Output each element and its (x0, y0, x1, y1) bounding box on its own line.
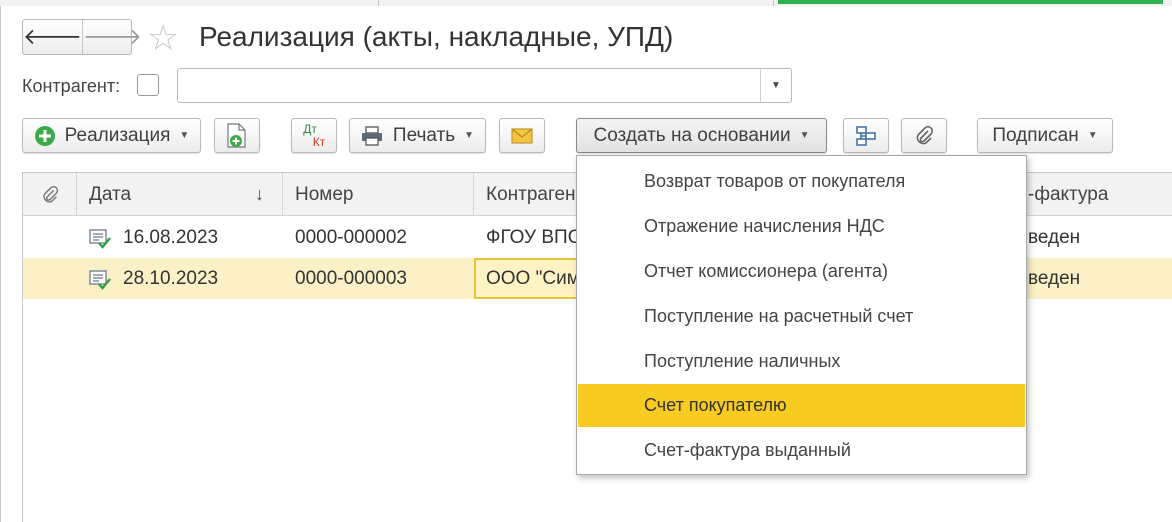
hierarchy-icon (856, 125, 876, 146)
sort-descending-icon: ↓ (255, 184, 264, 204)
number-cell: 0000-000002 (295, 226, 407, 248)
number-column-header[interactable]: Номер (283, 173, 474, 216)
menu-item-commission-report[interactable]: Отчет комиссионера (агента) (578, 250, 1025, 293)
tab-divider (773, 0, 774, 6)
counterparty-dropdown-button[interactable]: ▼ (760, 69, 791, 102)
menu-item-goods-return[interactable]: Возврат товаров от покупателя (578, 160, 1025, 203)
chevron-down-icon: ▼ (1087, 130, 1098, 141)
active-tab-indicator (778, 0, 1163, 4)
signed-status-button[interactable]: Подписан ▼ (977, 118, 1113, 153)
tab-divider (378, 0, 379, 6)
menu-item-customer-invoice[interactable]: Счет покупателю (578, 384, 1025, 427)
invoice-status-cell: веден (1028, 226, 1081, 248)
posted-document-icon (89, 228, 111, 249)
paperclip-icon (916, 125, 934, 144)
tab-strip (0, 0, 1172, 6)
menu-item-vat-accrual[interactable]: Отражение начисления НДС (578, 205, 1025, 248)
create-sale-button[interactable]: Реализация ▼ (22, 118, 201, 153)
paperclip-icon (42, 185, 58, 203)
create-based-on-menu: Возврат товаров от покупателя Отражение … (576, 155, 1027, 475)
invoice-status-cell: веден (1028, 267, 1081, 289)
chevron-down-icon: ▼ (179, 130, 190, 141)
chevron-down-icon: ▼ (771, 80, 781, 91)
date-value: 16.08.2023 (123, 226, 219, 248)
posted-document-icon (89, 269, 111, 290)
create-copy-button[interactable] (214, 118, 260, 153)
window-border (0, 6, 1, 522)
dt-icon-label: Дт (303, 121, 317, 136)
arrow-left-icon: 🡐 (23, 24, 82, 49)
attach-button[interactable] (901, 118, 947, 153)
printer-icon (361, 125, 382, 146)
number-column-label: Номер (295, 183, 354, 205)
create-sale-label: Реализация (64, 124, 171, 146)
dt-kt-button[interactable]: Дт Кт (291, 118, 337, 153)
invoice-column-label: -фактура (1028, 183, 1109, 205)
print-label: Печать (392, 124, 456, 146)
number-cell: 0000-000003 (295, 267, 407, 289)
date-cell: 28.10.2023 (89, 258, 218, 299)
send-email-button[interactable] (499, 118, 545, 153)
attachments-column-header[interactable] (23, 173, 77, 216)
print-button[interactable]: Печать ▼ (349, 118, 486, 153)
create-based-on-button[interactable]: Создать на основании ▼ (576, 118, 827, 153)
page-title: Реализация (акты, накладные, УПД) (199, 21, 674, 52)
plus-circle-icon (34, 125, 55, 146)
counterparty-label: Контрагент: (22, 76, 121, 96)
date-cell: 16.08.2023 (89, 217, 218, 258)
history-navigation: 🡐 🡒 (22, 19, 142, 55)
back-button[interactable]: 🡐 (23, 20, 82, 54)
date-column-label: Дата (89, 183, 132, 205)
structure-button[interactable] (843, 118, 889, 153)
invoice-column-header[interactable]: -фактура (1008, 173, 1172, 216)
create-based-on-label: Создать на основании (593, 124, 791, 146)
chevron-down-icon: ▼ (799, 130, 810, 141)
menu-item-cash-receipt[interactable]: Поступление наличных (578, 340, 1025, 383)
kt-icon-label: Кт (312, 134, 326, 149)
counterparty-field: ▼ (177, 68, 792, 103)
menu-item-bank-receipt[interactable]: Поступление на расчетный счет (578, 295, 1025, 338)
signed-status-label: Подписан (992, 124, 1079, 146)
date-column-header[interactable]: Дата ↓ (77, 173, 283, 216)
menu-item-issued-vat-invoice[interactable]: Счет-фактура выданный (578, 429, 1025, 472)
chevron-down-icon: ▼ (464, 130, 475, 141)
envelope-icon (511, 128, 533, 143)
counterparty-input[interactable] (184, 73, 754, 98)
counterparty-filter-checkbox[interactable] (137, 74, 159, 96)
document-add-icon (227, 122, 246, 148)
counterparty-column-label: Контраген (486, 183, 576, 205)
forward-button[interactable]: 🡒 (82, 20, 142, 54)
arrow-right-icon: 🡒 (83, 24, 142, 49)
date-value: 28.10.2023 (123, 267, 219, 289)
favorite-star-icon[interactable]: ☆ (147, 20, 179, 56)
